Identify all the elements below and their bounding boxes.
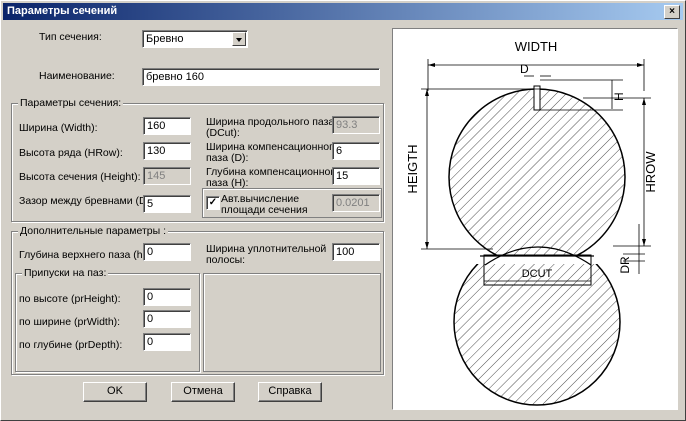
section-params-title: Параметры сечения: (18, 97, 124, 109)
dr-input[interactable]: 5 (143, 195, 191, 213)
ok-button[interactable]: OK (83, 382, 147, 402)
name-label: Наименование: (39, 70, 115, 82)
height-input: 145 (143, 167, 191, 185)
close-button[interactable]: × (664, 5, 680, 19)
hup-input[interactable]: 0 (143, 243, 191, 261)
width-input[interactable]: 160 (143, 117, 191, 135)
hrow-input[interactable]: 130 (143, 142, 191, 160)
label-d: D (520, 62, 529, 76)
auto-area-checkbox[interactable]: ✓ (206, 196, 220, 210)
prheight-input[interactable]: 0 (143, 288, 191, 306)
log-section-diagram: WIDTH D H HEIGTH HROW DR DCUT (405, 39, 658, 406)
label-dcut: DCUT (522, 268, 553, 280)
label-dr: DR (618, 256, 632, 274)
prdepth-input[interactable]: 0 (143, 333, 191, 351)
label-width: WIDTH (515, 39, 558, 54)
area-input: 0.0201 (332, 194, 380, 212)
label-hrow: HROW (643, 151, 658, 193)
height-label: Высота сечения (Height): (19, 171, 141, 183)
h-input[interactable]: 15 (332, 167, 380, 185)
seal-label-2: полосы: (206, 254, 246, 266)
d-input[interactable]: 6 (332, 142, 380, 160)
section-type-select[interactable]: Бревно (142, 30, 248, 48)
d-label-2: паза (D): (206, 152, 249, 164)
prdepth-label: по глубине (prDepth): (19, 339, 123, 351)
chevron-down-icon[interactable] (232, 32, 246, 46)
prheight-label: по высоте (prHeight): (19, 293, 121, 305)
width-label: Ширина (Width): (19, 122, 98, 134)
allowances-side-panel (203, 273, 381, 372)
upper-log (448, 85, 626, 257)
window-title: Параметры сечений (7, 5, 118, 17)
prwidth-label: по ширине (prWidth): (19, 316, 121, 328)
prwidth-input[interactable]: 0 (143, 310, 191, 328)
seal-input[interactable]: 100 (332, 243, 380, 261)
section-drawing-panel: WIDTH D H HEIGTH HROW DR DCUT (392, 28, 678, 410)
extra-params-title: Дополнительные параметры : (18, 225, 168, 237)
auto-area-label-2: площади сечения (221, 204, 308, 216)
title-bar: Параметры сечений × (3, 3, 683, 20)
name-input[interactable]: бревно 160 (142, 68, 380, 86)
help-button[interactable]: Справка (258, 382, 322, 402)
cancel-button[interactable]: Отмена (171, 382, 235, 402)
hup-label: Глубина верхнего паза (hUp): (19, 249, 163, 261)
dr-label: Зазор между бревнами (DR): (19, 195, 161, 207)
dialog-window: Параметры сечений × Тип сечения: Бревно … (0, 0, 686, 421)
hrow-label: Высота ряда (HRow): (19, 147, 123, 159)
label-h: H (612, 92, 626, 101)
label-heigth: HEIGTH (405, 144, 420, 193)
section-type-label: Тип сечения: (39, 31, 102, 43)
dcut-label-2: (DCut): (206, 127, 240, 139)
allowances-title: Припуски на паз: (22, 267, 109, 279)
section-type-value: Бревно (146, 33, 184, 45)
dcut-input: 93.3 (332, 116, 380, 134)
lower-log (453, 246, 621, 406)
